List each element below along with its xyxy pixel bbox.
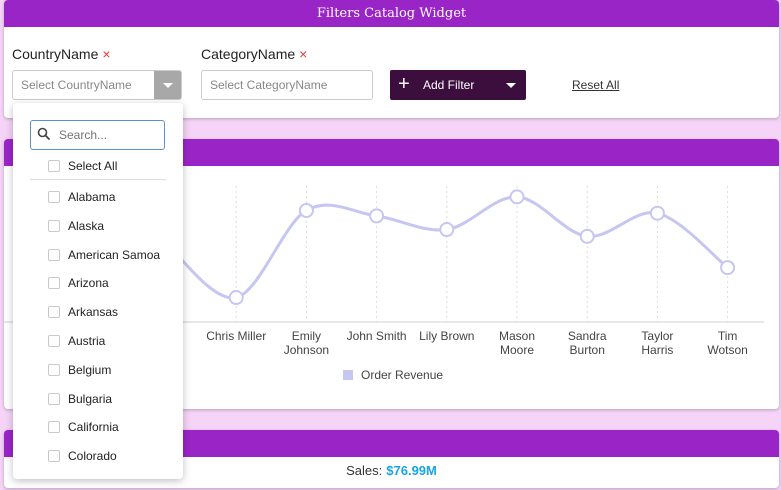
x-tick-label: Tim [718, 329, 738, 343]
add-filter-label: Add Filter [423, 78, 475, 92]
chevron-down-icon[interactable] [506, 83, 516, 88]
remove-category-filter-icon[interactable]: × [299, 46, 307, 62]
legend-swatch [343, 370, 353, 380]
option-label: California [68, 420, 119, 435]
option-label: Alaska [68, 218, 105, 233]
data-point[interactable] [579, 228, 595, 244]
option-checkbox[interactable] [48, 335, 60, 347]
legend-label[interactable]: Order Revenue [361, 368, 443, 382]
option-label: Arizona [68, 276, 109, 291]
data-point[interactable] [439, 222, 455, 238]
data-point[interactable] [298, 202, 314, 218]
option-checkbox[interactable] [48, 392, 60, 405]
option-label: American Samoa [68, 247, 161, 262]
data-point[interactable] [509, 189, 525, 205]
x-tick-label: Harris [641, 343, 673, 357]
option-checkbox[interactable] [48, 191, 60, 203]
country-select-placeholder: Select CountryName [21, 78, 132, 92]
option-label: Austria [68, 334, 106, 348]
option-checkbox[interactable] [48, 306, 60, 319]
option-checkbox[interactable] [48, 219, 60, 232]
x-tick-label: Emily [292, 329, 321, 343]
option-checkbox[interactable] [48, 363, 60, 376]
x-tick-label: Johnson [284, 343, 329, 357]
option-label: Arkansas [68, 305, 119, 320]
plus-icon: + [398, 73, 410, 95]
select-all-checkbox[interactable] [48, 160, 60, 172]
country-filter-label: CountryName × [12, 46, 111, 62]
data-point[interactable] [649, 205, 665, 221]
x-tick-label: Taylor [641, 329, 673, 343]
x-tick-label: Wotson [707, 343, 747, 357]
x-tick-label: Burton [570, 343, 605, 357]
select-all-label: Select All [68, 159, 118, 173]
filters-widget: Filters Catalog Widget CountryName × Cate… [4, 0, 779, 118]
category-filter-name: CategoryName [201, 46, 296, 62]
option-label: Alabama [68, 190, 116, 204]
widget-title: Filters Catalog Widget [4, 0, 779, 27]
x-tick-label: Chris Miller [206, 329, 266, 343]
option-label: Colorado [68, 449, 117, 464]
x-tick-label: Mason [499, 329, 535, 343]
reset-all-link[interactable]: Reset All [572, 78, 619, 92]
option-checkbox[interactable] [48, 421, 60, 434]
sales-label: Sales: [346, 463, 383, 478]
data-point[interactable] [228, 290, 244, 306]
remove-country-filter-icon[interactable]: × [102, 46, 110, 62]
option-checkbox[interactable] [48, 277, 60, 290]
x-tick-label: Lily Brown [419, 329, 474, 343]
country-filter-name: CountryName [12, 46, 99, 62]
category-filter-label: CategoryName × [201, 46, 307, 62]
data-point[interactable] [369, 208, 385, 224]
category-select[interactable]: Select CategoryName [201, 70, 373, 100]
option-label: Belgium [68, 362, 112, 377]
option-label: Bulgaria [68, 391, 113, 406]
x-tick-label: Sandra [568, 329, 607, 343]
chevron-down-icon[interactable] [154, 71, 181, 99]
x-tick-label: Moore [500, 343, 534, 357]
add-filter-button[interactable]: + Add Filter [390, 70, 526, 100]
country-select[interactable]: Select CountryName [12, 70, 182, 100]
search-icon [37, 127, 51, 141]
divider [30, 179, 166, 180]
data-point[interactable] [720, 260, 736, 276]
country-dropdown: Select All Alabama Alaska American Samoa Ar… [13, 103, 183, 479]
option-checkbox[interactable] [48, 450, 60, 463]
search-input[interactable] [59, 125, 159, 145]
dropdown-search-box[interactable] [30, 120, 165, 150]
x-tick-label: John Smith [347, 329, 407, 343]
category-select-placeholder: Select CategoryName [210, 78, 328, 92]
sales-value: $76.99M [386, 463, 437, 478]
option-checkbox[interactable] [48, 248, 60, 261]
